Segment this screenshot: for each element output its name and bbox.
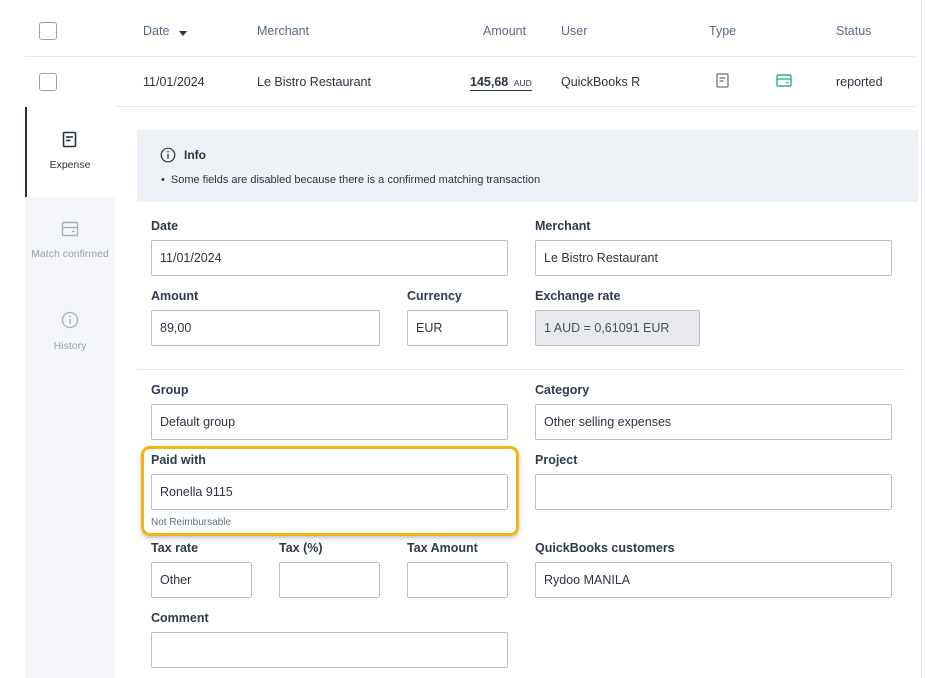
row-user: QuickBooks R: [561, 75, 641, 89]
receipt-icon: [716, 73, 730, 91]
row-status: reported: [836, 75, 883, 89]
info-message: • Some fields are disabled because there …: [161, 174, 541, 186]
row-amount[interactable]: 145,68 AUD: [470, 74, 532, 91]
sidebar-item-history[interactable]: History: [25, 287, 115, 377]
active-indicator: [25, 107, 27, 197]
tax-amount-field[interactable]: [407, 562, 508, 598]
amount-field[interactable]: 89,00: [151, 310, 380, 346]
sidebar-item-match-confirmed[interactable]: Match confirmed: [25, 197, 115, 287]
sort-desc-icon: [178, 25, 187, 39]
status-column-header[interactable]: Status: [836, 24, 871, 38]
date-column-header[interactable]: Date: [143, 24, 187, 39]
receipt-icon: [62, 131, 78, 151]
date-label: Date: [151, 219, 179, 233]
comment-field[interactable]: [151, 632, 508, 668]
project-label: Project: [535, 453, 578, 467]
info-message-text: Some fields are disabled because there i…: [170, 174, 541, 186]
group-label: Group: [151, 383, 189, 397]
card-match-icon: [776, 74, 792, 90]
sidebar-item-label: Match confirmed: [31, 248, 109, 260]
row-divider: [115, 106, 918, 107]
currency-field[interactable]: EUR: [407, 310, 508, 346]
select-all-checkbox[interactable]: [39, 22, 57, 40]
paid-with-field[interactable]: Ronella 9115: [151, 474, 508, 510]
category-field[interactable]: Other selling expenses: [535, 404, 892, 440]
info-banner: Info • Some fields are disabled because t…: [137, 130, 918, 202]
row-amount-currency: AUD: [513, 78, 532, 88]
tax-amount-label: Tax Amount: [407, 541, 478, 555]
amount-label: Amount: [151, 289, 199, 303]
group-field[interactable]: Default group: [151, 404, 508, 440]
row-amount-value: 145,68: [470, 75, 509, 89]
panel-right-border: [921, 0, 922, 678]
row-merchant: Le Bistro Restaurant: [257, 75, 371, 89]
project-field[interactable]: [535, 474, 892, 510]
info-icon: [160, 147, 176, 166]
info-title: Info: [184, 148, 206, 162]
sidebar-item-expense[interactable]: Expense: [25, 107, 115, 197]
tax-percent-label: Tax (%): [279, 541, 323, 555]
info-icon: [61, 311, 79, 332]
form-section-divider: [137, 369, 905, 370]
user-column-header[interactable]: User: [561, 24, 587, 38]
row-date: 11/01/2024: [143, 75, 205, 89]
tax-rate-label: Tax rate: [151, 541, 199, 555]
date-field[interactable]: 11/01/2024: [151, 240, 508, 276]
merchant-field[interactable]: Le Bistro Restaurant: [535, 240, 892, 276]
exchange-rate-field: 1 AUD = 0,61091 EUR: [535, 310, 700, 346]
comment-label: Comment: [151, 611, 209, 625]
category-label: Category: [535, 383, 590, 397]
merchant-label: Merchant: [535, 219, 591, 233]
sidebar-item-label: History: [53, 340, 87, 352]
sidebar-item-label: Expense: [49, 159, 91, 171]
card-icon: [61, 221, 79, 240]
currency-label: Currency: [407, 289, 462, 303]
reimbursable-note: Not Reimbursable: [151, 517, 232, 528]
type-column-header[interactable]: Type: [709, 24, 736, 38]
date-header-label: Date: [143, 24, 170, 38]
tax-rate-field[interactable]: Other: [151, 562, 252, 598]
row-checkbox[interactable]: [39, 73, 57, 91]
detail-sidebar: Expense Match confirmed History: [25, 107, 115, 678]
exchange-rate-label: Exchange rate: [535, 289, 621, 303]
tax-percent-field[interactable]: [279, 562, 380, 598]
amount-column-header[interactable]: Amount: [483, 24, 526, 38]
quickbooks-customers-field[interactable]: Rydoo MANILA: [535, 562, 892, 598]
paid-with-label: Paid with: [151, 453, 206, 467]
quickbooks-customers-label: QuickBooks customers: [535, 541, 675, 555]
merchant-column-header[interactable]: Merchant: [257, 24, 309, 38]
